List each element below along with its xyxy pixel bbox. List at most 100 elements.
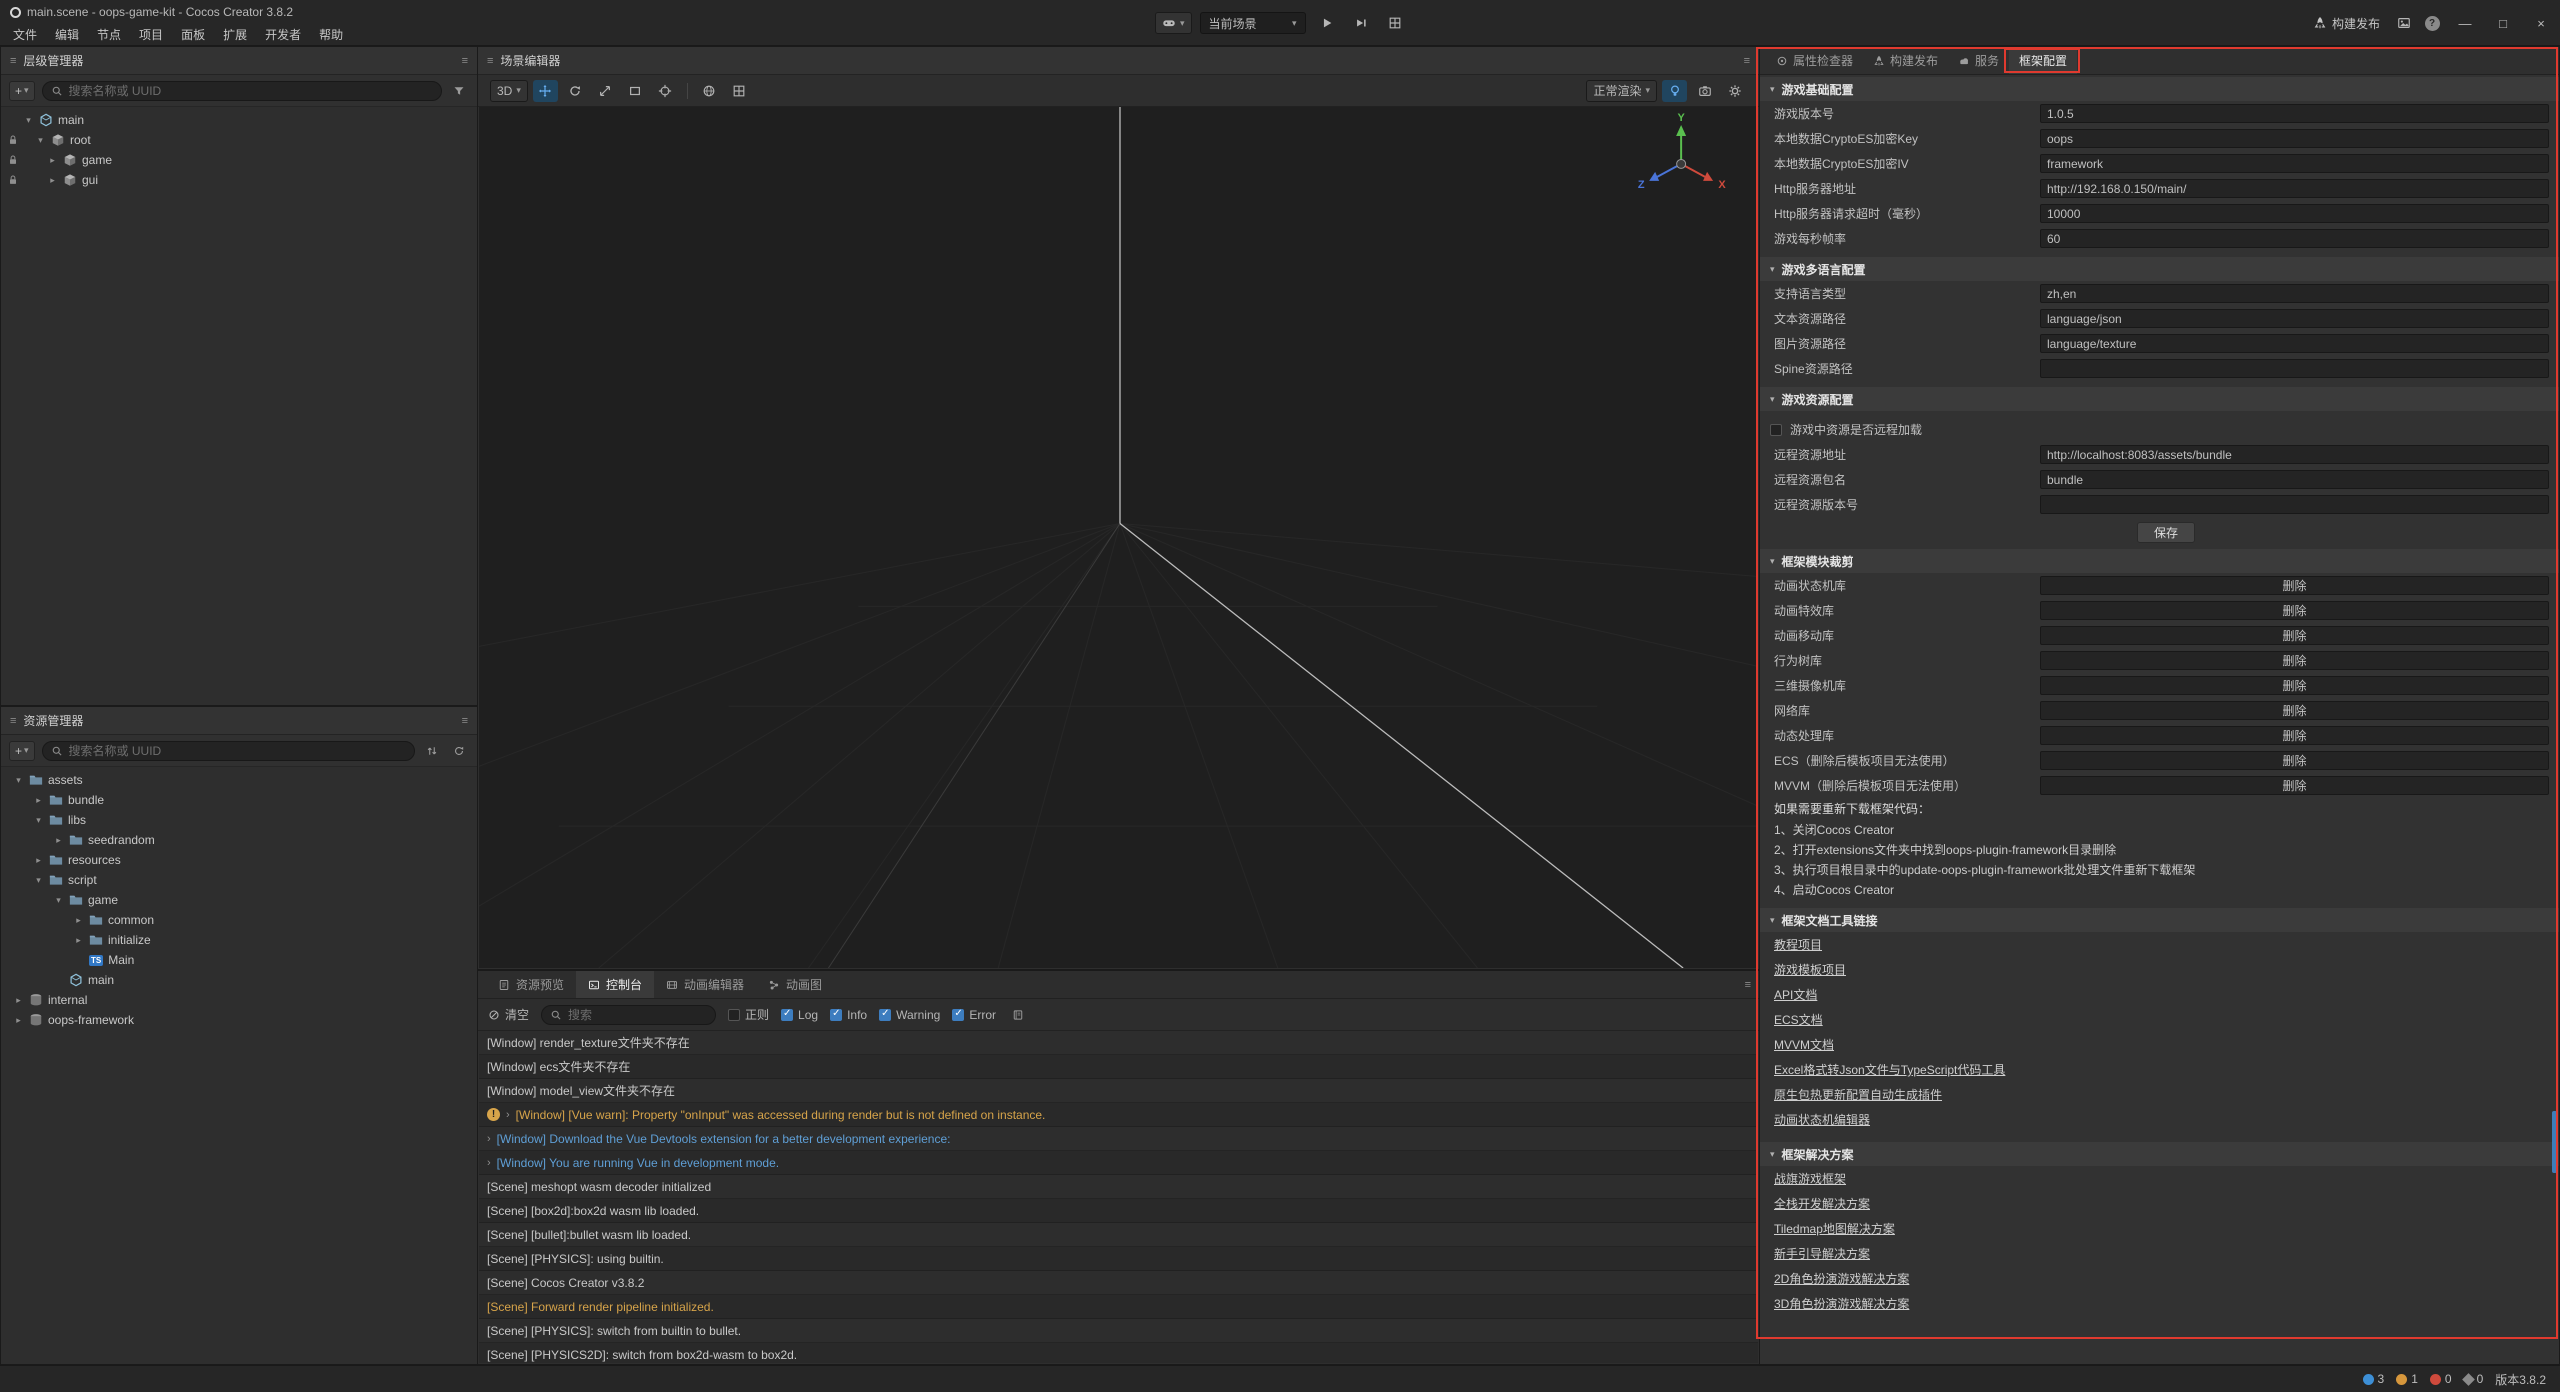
delete-module-button[interactable]: 删除: [2040, 576, 2549, 595]
help-button[interactable]: ?: [2418, 9, 2446, 37]
asset-node-bundle[interactable]: ▸bundle: [1, 790, 477, 810]
filter-button[interactable]: [449, 81, 469, 101]
section-language[interactable]: ▾游戏多语言配置: [1760, 257, 2559, 281]
asset-node-main-scene[interactable]: main: [1, 970, 477, 990]
log-row[interactable]: [Scene] [PHYSICS]: using builtin.: [479, 1247, 1758, 1271]
pivot-toggle-button[interactable]: [653, 80, 678, 102]
preview-platform-button[interactable]: ▾: [1155, 12, 1192, 34]
doc-link-mvvm[interactable]: MVVM文档: [1760, 1032, 2559, 1057]
preview-scene-select[interactable]: 当前场景 ▾: [1200, 12, 1306, 34]
minimize-button[interactable]: —: [2446, 0, 2484, 46]
close-button[interactable]: ×: [2522, 0, 2560, 46]
scene-settings-button[interactable]: [1722, 80, 1747, 102]
camera-settings-button[interactable]: [1692, 80, 1717, 102]
tab-framework-config[interactable]: 框架配置: [2009, 47, 2077, 74]
json-path-input[interactable]: [2040, 309, 2549, 328]
expand-caret[interactable]: ▾: [23, 115, 34, 126]
tab-asset-preview[interactable]: 资源预览: [486, 971, 576, 998]
tab-animation-editor[interactable]: 动画编辑器: [654, 971, 756, 998]
http-timeout-input[interactable]: [2040, 204, 2549, 223]
delete-module-button[interactable]: 删除: [2040, 601, 2549, 620]
lock-icon[interactable]: [7, 134, 19, 146]
dimension-toggle-button[interactable]: 3D▾: [490, 80, 528, 102]
doc-link-hotupdate-plugin[interactable]: 原生包热更新配置自动生成插件: [1760, 1082, 2559, 1107]
log-row[interactable]: [Scene] Cocos Creator v3.8.2: [479, 1271, 1758, 1295]
asset-node-assets[interactable]: ▾assets: [1, 770, 477, 790]
section-game-basic[interactable]: ▾游戏基础配置: [1760, 77, 2559, 101]
sort-button[interactable]: [422, 741, 442, 761]
delete-module-button[interactable]: 删除: [2040, 726, 2549, 745]
section-docs[interactable]: ▾框架文档工具链接: [1760, 908, 2559, 932]
maximize-button[interactable]: □: [2484, 0, 2522, 46]
filter-log[interactable]: Log: [781, 1008, 818, 1022]
preview-layout-button[interactable]: [1382, 12, 1408, 34]
tab-property-inspector[interactable]: 属性检查器: [1766, 47, 1863, 74]
inspector-scrollbar[interactable]: [2552, 1111, 2557, 1173]
solution-link-fullstack[interactable]: 全栈开发解决方案: [1760, 1191, 2559, 1216]
coordinate-toggle-button[interactable]: [697, 80, 722, 102]
doc-link-template[interactable]: 游戏模板项目: [1760, 957, 2559, 982]
checkbox-icon[interactable]: [781, 1009, 793, 1021]
section-solutions[interactable]: ▾框架解决方案: [1760, 1142, 2559, 1166]
panel-menu-icon[interactable]: ≡: [462, 55, 468, 67]
texture-path-input[interactable]: [2040, 334, 2549, 353]
expand-arrow-icon[interactable]: ›: [487, 1157, 491, 1169]
game-version-input[interactable]: [2040, 104, 2549, 123]
expand-arrow-icon[interactable]: ›: [487, 1133, 491, 1145]
expand-caret[interactable]: ▸: [47, 155, 58, 166]
filter-info[interactable]: Info: [830, 1008, 867, 1022]
menu-help[interactable]: 帮助: [310, 25, 352, 44]
doc-link-excel-tool[interactable]: Excel格式转Json文件与TypeScript代码工具: [1760, 1057, 2559, 1082]
solution-link-3drpg[interactable]: 3D角色扮演游戏解决方案: [1760, 1291, 2559, 1316]
log-row-warning[interactable]: !›[Window] [Vue warn]: Property "onInput…: [479, 1103, 1758, 1127]
log-row[interactable]: [Scene] [PHYSICS]: switch from builtin t…: [479, 1319, 1758, 1343]
solution-link-2drpg[interactable]: 2D角色扮演游戏解决方案: [1760, 1266, 2559, 1291]
lock-icon[interactable]: [7, 174, 19, 186]
filter-regex[interactable]: 正则: [728, 1006, 769, 1023]
log-row[interactable]: [Scene] [PHYSICS2D]: switch from box2d-w…: [479, 1343, 1758, 1363]
tree-node-root[interactable]: ▾root: [1, 130, 477, 150]
tab-console[interactable]: 控制台: [576, 971, 654, 998]
tab-service[interactable]: 服务: [1948, 47, 2009, 74]
remote-bundle-input[interactable]: [2040, 470, 2549, 489]
menu-file[interactable]: 文件: [4, 25, 46, 44]
doc-link-anim-editor[interactable]: 动画状态机编辑器: [1760, 1107, 2559, 1132]
create-node-button[interactable]: +▾: [9, 81, 35, 101]
asset-node-initialize[interactable]: ▸initialize: [1, 930, 477, 950]
expand-caret[interactable]: ▸: [47, 175, 58, 186]
build-publish-button[interactable]: 构建发布: [2303, 15, 2390, 32]
refresh-button[interactable]: [449, 741, 469, 761]
delete-module-button[interactable]: 删除: [2040, 701, 2549, 720]
lock-icon[interactable]: [7, 154, 19, 166]
remote-version-input[interactable]: [2040, 495, 2549, 514]
spine-path-input[interactable]: [2040, 359, 2549, 378]
panel-menu-icon[interactable]: ≡: [1744, 55, 1750, 67]
asset-node-libs[interactable]: ▾libs: [1, 810, 477, 830]
solution-link-tiledmap[interactable]: Tiledmap地图解决方案: [1760, 1216, 2559, 1241]
filter-warning[interactable]: Warning: [879, 1008, 940, 1022]
console-search-input[interactable]: [568, 1008, 707, 1022]
fps-input[interactable]: [2040, 229, 2549, 248]
asset-node-main-ts[interactable]: TSMain: [1, 950, 477, 970]
tree-node-main[interactable]: ▾main: [1, 110, 477, 130]
menu-project[interactable]: 项目: [130, 25, 172, 44]
checkbox-icon[interactable]: [830, 1009, 842, 1021]
asset-node-game[interactable]: ▾game: [1, 890, 477, 910]
log-file-button[interactable]: [1008, 1005, 1028, 1025]
screenshot-button[interactable]: [2390, 9, 2418, 37]
asset-node-seedrandom[interactable]: ▸seedrandom: [1, 830, 477, 850]
log-row[interactable]: [Scene] [box2d]:box2d wasm lib loaded.: [479, 1199, 1758, 1223]
section-modules[interactable]: ▾框架模块裁剪: [1760, 549, 2559, 573]
tree-node-game[interactable]: ▸game: [1, 150, 477, 170]
scale-tool-button[interactable]: [593, 80, 618, 102]
log-row[interactable]: [Scene] meshopt wasm decoder initialized: [479, 1175, 1758, 1199]
clear-console-button[interactable]: 清空: [488, 1006, 529, 1023]
filter-error[interactable]: Error: [952, 1008, 996, 1022]
status-notice-count[interactable]: 0: [2464, 1372, 2484, 1386]
solution-link-strategy[interactable]: 战旗游戏框架: [1760, 1166, 2559, 1191]
crypto-iv-input[interactable]: [2040, 154, 2549, 173]
step-button[interactable]: [1348, 12, 1374, 34]
asset-node-resources[interactable]: ▸resources: [1, 850, 477, 870]
move-tool-button[interactable]: [533, 80, 558, 102]
render-mode-select[interactable]: 正常渲染▾: [1586, 80, 1657, 102]
